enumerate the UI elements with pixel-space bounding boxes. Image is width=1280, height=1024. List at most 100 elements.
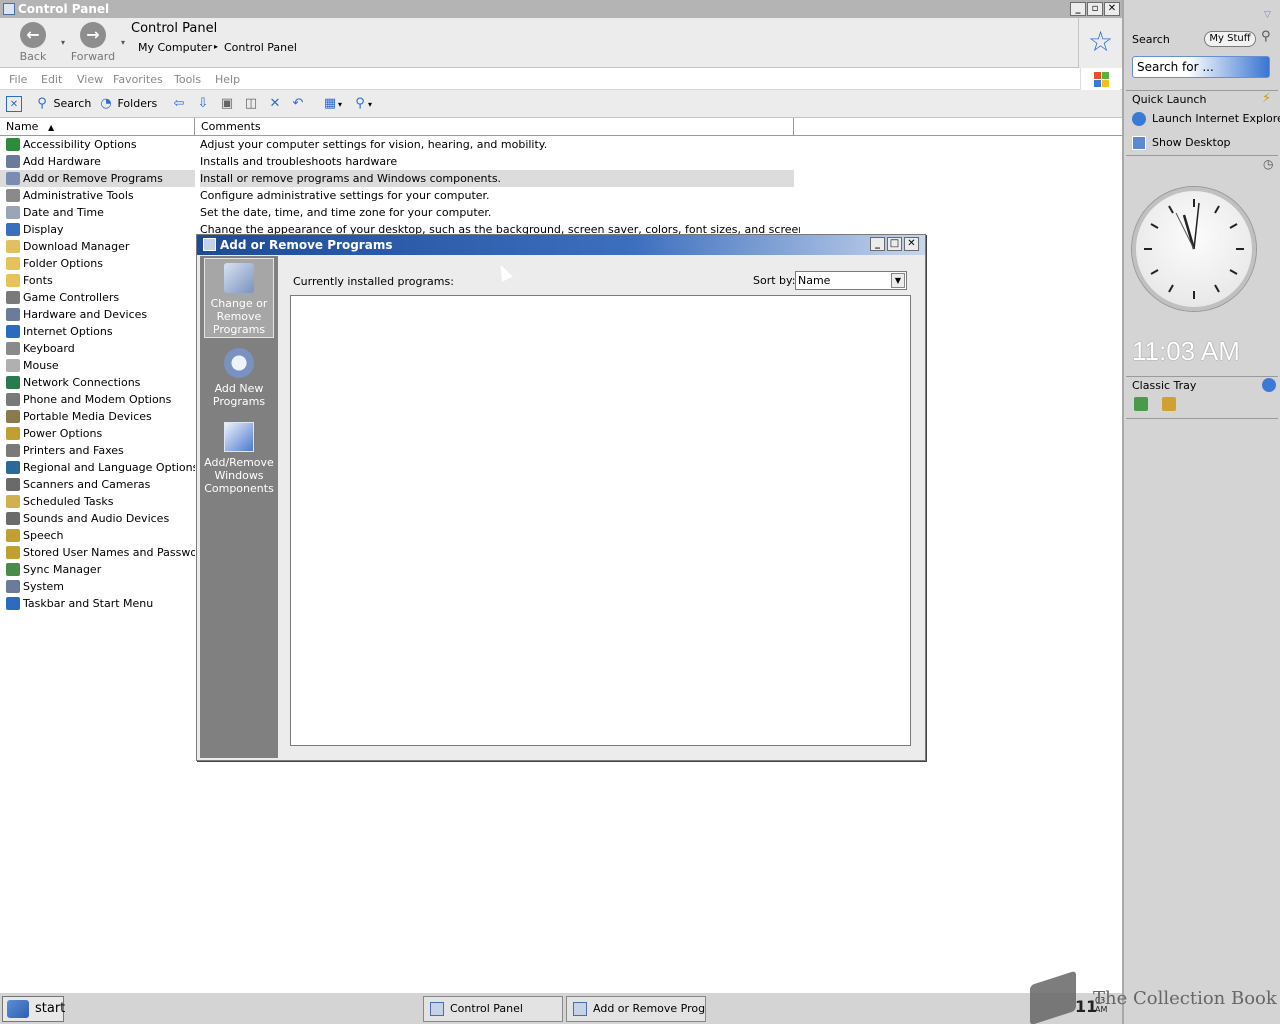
control-panel-icon	[3, 3, 15, 15]
windows-components-icon	[224, 422, 254, 452]
list-item[interactable]: Regional and Language Options	[0, 459, 198, 476]
search-icon[interactable]: ⚲	[1261, 29, 1271, 44]
copy-icon[interactable]: ◫	[243, 95, 259, 113]
quick-launch-item-ie[interactable]: Launch Internet Explorer	[1132, 112, 1280, 126]
list-item[interactable]: Printers and Faxes	[0, 442, 195, 459]
forward-button[interactable]: → Forward	[68, 18, 118, 66]
list-item[interactable]: Phone and Modem Options	[0, 391, 195, 408]
minimize-button[interactable]: _	[1070, 2, 1086, 16]
list-item[interactable]: Sounds and Audio Devices	[0, 510, 195, 527]
forward-dropdown-icon[interactable]: ▾	[121, 38, 125, 47]
move-to-icon[interactable]: ⇩	[195, 95, 211, 113]
cd-add-icon	[224, 348, 254, 378]
delete-icon[interactable]: ✕	[267, 95, 283, 113]
quick-launch-title: Quick Launch	[1132, 93, 1207, 106]
close-button[interactable]: ✕	[1104, 2, 1120, 16]
applet-name: Add Hardware	[23, 155, 101, 168]
taskbar-item-label: Control Panel	[450, 1002, 523, 1015]
list-item[interactable]: Scheduled Tasks	[0, 493, 195, 510]
close-pane-icon[interactable]: ✕	[6, 95, 22, 113]
copy-to-icon[interactable]: ▣	[219, 95, 235, 113]
favorites-star-icon[interactable]: ☆	[1078, 18, 1122, 68]
list-item[interactable]: Fonts	[0, 272, 195, 289]
list-item[interactable]: Add or Remove Programs	[0, 170, 195, 187]
search-button[interactable]: ⚲ Search	[34, 95, 91, 113]
add-new-programs-button[interactable]: Add New Programs	[204, 344, 274, 414]
applet-icon	[6, 291, 20, 304]
menu-tools[interactable]: Tools	[174, 73, 201, 86]
list-item[interactable]: Add Hardware	[0, 153, 195, 170]
menu-edit[interactable]: Edit	[41, 73, 62, 86]
list-item[interactable]: Download Manager	[0, 238, 195, 255]
clock-settings-icon[interactable]: ◷	[1263, 157, 1273, 171]
menu-file[interactable]: File	[9, 73, 27, 86]
zoom-icon[interactable]: ⚲ ▾	[352, 95, 372, 113]
divider	[1126, 155, 1278, 156]
start-button[interactable]: start	[2, 996, 65, 1022]
folders-button[interactable]: ◔ Folders	[98, 95, 157, 113]
menu-view[interactable]: View	[77, 73, 103, 86]
search-input[interactable]: Search for ...	[1132, 56, 1270, 78]
column-comments-label: Comments	[201, 120, 261, 133]
dialog-minimize-button[interactable]: _	[870, 237, 885, 251]
applet-icon	[6, 393, 20, 406]
applet-comment: Adjust your computer settings for vision…	[200, 138, 548, 151]
list-item[interactable]: Speech	[0, 527, 195, 544]
views-icon[interactable]: ▦ ▾	[322, 95, 342, 113]
change-remove-programs-button[interactable]: Change or Remove Programs	[204, 258, 274, 338]
window-title: Control Panel	[18, 2, 110, 16]
sort-by-select[interactable]: Name ▼	[795, 271, 907, 290]
list-item[interactable]: Administrative Tools	[0, 187, 195, 204]
keys-icon[interactable]	[1162, 397, 1176, 411]
applet-name: Scheduled Tasks	[23, 495, 114, 508]
window-title-bar[interactable]: Control Panel	[0, 0, 1122, 18]
breadcrumb-control-panel[interactable]: Control Panel	[224, 41, 297, 54]
list-item[interactable]: Taskbar and Start Menu	[0, 595, 195, 612]
restore-button[interactable]: ▫	[1087, 2, 1103, 16]
tray-options-icon[interactable]	[1262, 378, 1276, 392]
taskbar-item-control-panel[interactable]: Control Panel	[423, 996, 563, 1022]
list-item[interactable]: Portable Media Devices	[0, 408, 195, 425]
list-item[interactable]: Game Controllers	[0, 289, 195, 306]
list-item[interactable]: Scanners and Cameras	[0, 476, 195, 493]
divider	[1126, 418, 1278, 419]
panel-collapse-icon[interactable]: ▽	[1264, 10, 1271, 20]
list-item[interactable]: Accessibility Options	[0, 136, 195, 153]
list-item[interactable]: System	[0, 578, 195, 595]
list-item[interactable]: Power Options	[0, 425, 195, 442]
internet-explorer-icon	[1132, 112, 1146, 126]
dialog-title-bar[interactable]: Add or Remove Programs	[197, 235, 925, 255]
my-stuff-button[interactable]: My Stuff	[1204, 31, 1256, 47]
list-item[interactable]: Mouse	[0, 357, 195, 374]
list-item[interactable]: Keyboard	[0, 340, 195, 357]
dialog-close-button[interactable]: ✕	[904, 237, 919, 251]
list-item[interactable]: Display	[0, 221, 195, 238]
digital-clock-time: 11:03 AM	[1132, 336, 1240, 366]
menu-help[interactable]: Help	[215, 73, 240, 86]
breadcrumb-my-computer[interactable]: My Computer	[138, 41, 212, 54]
add-remove-windows-components-button[interactable]: Add/Remove Windows Components	[204, 418, 274, 498]
taskbar-item-add-remove-programs[interactable]: Add or Remove Progra	[566, 996, 706, 1022]
list-item[interactable]: Stored User Names and Passwords	[0, 544, 214, 561]
list-item[interactable]: Network Connections	[0, 374, 195, 391]
list-item[interactable]: Internet Options	[0, 323, 195, 340]
list-item[interactable]: Date and Time	[0, 204, 195, 221]
list-item[interactable]: Folder Options	[0, 255, 195, 272]
dialog-maximize-button[interactable]: □	[887, 237, 902, 251]
list-item[interactable]: Sync Manager	[0, 561, 195, 578]
analog-clock	[1132, 187, 1256, 311]
quick-launch-ie-label: Launch Internet Explorer	[1152, 112, 1280, 125]
column-name-header[interactable]: Name ▲	[0, 118, 195, 136]
installed-programs-list[interactable]	[290, 295, 911, 746]
safely-remove-hardware-icon[interactable]	[1134, 397, 1148, 411]
undo-icon[interactable]: ↶	[290, 95, 306, 113]
quick-launch-item-show-desktop[interactable]: Show Desktop	[1132, 136, 1231, 150]
back-button[interactable]: ← Back	[8, 18, 58, 66]
chevron-down-icon[interactable]: ▼	[891, 273, 905, 288]
toolbar: ✕ ⚲ Search ◔ Folders ⇦ ⇩ ▣ ◫ ✕ ↶ ▦ ▾ ⚲ ▾	[0, 90, 1122, 118]
back-dropdown-icon[interactable]: ▾	[61, 38, 65, 47]
menu-favorites[interactable]: Favorites	[113, 73, 163, 86]
column-comments-header[interactable]: Comments	[195, 118, 794, 136]
up-folder-icon[interactable]: ⇦	[171, 95, 187, 113]
list-item[interactable]: Hardware and Devices	[0, 306, 195, 323]
